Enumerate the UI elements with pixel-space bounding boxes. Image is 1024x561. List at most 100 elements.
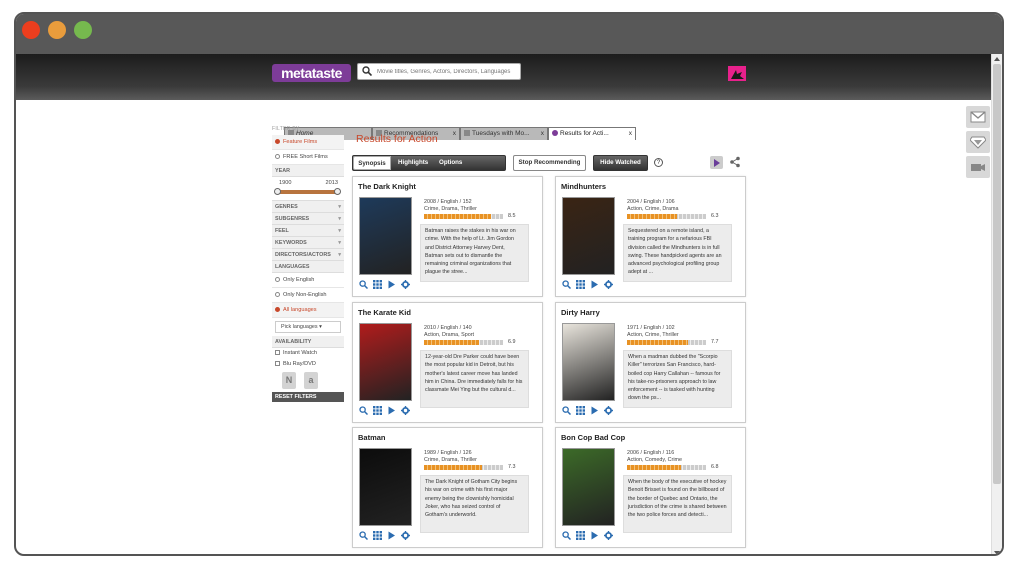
rating-value: 8.5 xyxy=(508,213,516,219)
stop-recommending-button[interactable]: Stop Recommending xyxy=(513,155,586,171)
tab-tuesdays[interactable]: Tuesdays with Mo... x xyxy=(460,127,548,140)
genres-section[interactable]: GENRES ▾ xyxy=(272,201,344,213)
play-icon[interactable] xyxy=(387,280,396,289)
tab-results-action[interactable]: Results for Acti... x xyxy=(548,127,636,140)
radio-label: Feature Films xyxy=(283,139,318,145)
scroll-thumb[interactable] xyxy=(993,64,1001,484)
play-icon[interactable] xyxy=(590,280,599,289)
netflix-icon[interactable]: N xyxy=(282,372,296,389)
movie-year-language-runtime: 1989 / English / 126 xyxy=(424,450,472,456)
gear-icon[interactable] xyxy=(401,406,410,415)
site-header: metataste Home Recommendationsx Tuesdays… xyxy=(16,54,991,140)
movie-poster[interactable] xyxy=(562,448,615,526)
movie-meta: 2010 / English / 140 Action, Drama, Sport xyxy=(424,325,474,339)
gear-icon[interactable] xyxy=(604,280,613,289)
search-input[interactable] xyxy=(377,66,517,78)
superman-share-button[interactable] xyxy=(966,131,990,153)
search-icon[interactable] xyxy=(359,280,368,289)
movie-poster[interactable] xyxy=(562,197,615,275)
scroll-down-icon[interactable] xyxy=(994,551,1000,554)
minimize-window-button[interactable] xyxy=(48,21,66,39)
email-share-button[interactable] xyxy=(966,106,990,128)
metataste-logo[interactable]: metataste xyxy=(272,64,351,82)
search-icon[interactable] xyxy=(562,531,571,540)
camera-share-button[interactable] xyxy=(966,156,990,178)
rating-fill xyxy=(424,214,492,219)
gear-icon[interactable] xyxy=(401,531,410,540)
pick-languages-dropdown[interactable]: Pick languages ▾ xyxy=(275,321,341,333)
year-slider[interactable]: 1900 2013 xyxy=(272,177,344,201)
play-icon[interactable] xyxy=(710,156,723,169)
hide-watched-button[interactable]: Hide Watched xyxy=(593,155,648,171)
bluray-dvd-checkbox[interactable]: Blu Ray/DVD xyxy=(272,359,344,370)
movie-poster[interactable] xyxy=(562,323,615,401)
only-english-radio[interactable]: Only English xyxy=(272,273,344,288)
highlights-tab[interactable]: Highlights xyxy=(398,156,428,170)
grid-icon[interactable] xyxy=(576,531,585,540)
tab-close-icon[interactable]: x xyxy=(453,128,456,140)
grid-icon[interactable] xyxy=(373,280,382,289)
movie-poster[interactable] xyxy=(359,323,412,401)
feature-films-radio[interactable]: Feature Films xyxy=(272,135,344,150)
gear-icon[interactable] xyxy=(604,406,613,415)
feel-section[interactable]: FEEL ▾ xyxy=(272,225,344,237)
movie-card[interactable]: Batman 1989 / English / 126 Crime, Drama, … xyxy=(352,427,543,548)
year-heading: YEAR xyxy=(272,165,344,177)
gear-icon[interactable] xyxy=(604,531,613,540)
reset-filters-button[interactable]: RESET FILTERS xyxy=(272,392,344,402)
rating-fill xyxy=(627,340,688,345)
year-to-handle[interactable] xyxy=(334,188,341,195)
year-from-handle[interactable] xyxy=(274,188,281,195)
subgenres-section[interactable]: SUBGENRES ▾ xyxy=(272,213,344,225)
free-short-films-radio[interactable]: FREE Short Films xyxy=(272,150,344,165)
movie-title[interactable]: Mindhunters xyxy=(561,182,606,191)
play-icon[interactable] xyxy=(387,406,396,415)
page-scrollbar[interactable] xyxy=(991,54,1002,554)
movie-card[interactable]: The Dark Knight 2008 / English / 152 Crime… xyxy=(352,176,543,297)
all-languages-radio[interactable]: All languages xyxy=(272,303,344,318)
grid-icon[interactable] xyxy=(576,280,585,289)
share-icon[interactable] xyxy=(729,156,741,168)
movie-poster[interactable] xyxy=(359,197,412,275)
instant-watch-checkbox[interactable]: Instant Watch xyxy=(272,348,344,359)
search-box[interactable] xyxy=(357,63,521,80)
movie-meta: 1989 / English / 126 Crime, Drama, Thrill… xyxy=(424,450,477,464)
movie-title[interactable]: Batman xyxy=(358,433,386,442)
year-to: 2013 xyxy=(325,180,338,186)
grid-icon[interactable] xyxy=(373,531,382,540)
maximize-window-button[interactable] xyxy=(74,21,92,39)
tab-close-icon[interactable]: x xyxy=(629,128,632,140)
movie-poster[interactable] xyxy=(359,448,412,526)
help-icon[interactable]: ? xyxy=(654,158,663,167)
play-icon[interactable] xyxy=(590,406,599,415)
movie-actions xyxy=(562,280,622,290)
movie-title[interactable]: Bon Cop Bad Cop xyxy=(561,433,625,442)
only-non-english-radio[interactable]: Only Non-English xyxy=(272,288,344,303)
section-label: SUBGENRES xyxy=(275,216,310,222)
search-icon[interactable] xyxy=(562,406,571,415)
grid-icon[interactable] xyxy=(373,406,382,415)
user-avatar[interactable] xyxy=(728,66,746,81)
search-icon[interactable] xyxy=(359,406,368,415)
synopsis-tab[interactable]: Synopsis xyxy=(353,156,391,170)
movie-card[interactable]: The Karate Kid 2010 / English / 140 Action… xyxy=(352,302,543,423)
play-icon[interactable] xyxy=(590,531,599,540)
amazon-icon[interactable]: a xyxy=(304,372,318,389)
options-tab[interactable]: Options xyxy=(439,156,462,170)
movie-title[interactable]: The Dark Knight xyxy=(358,182,416,191)
search-icon[interactable] xyxy=(562,280,571,289)
keywords-section[interactable]: KEYWORDS ▾ xyxy=(272,237,344,249)
movie-title[interactable]: Dirty Harry xyxy=(561,308,600,317)
movie-card[interactable]: Bon Cop Bad Cop 2006 / English / 116 Actio… xyxy=(555,427,746,548)
movie-card[interactable]: Mindhunters 2004 / English / 106 Action, C… xyxy=(555,176,746,297)
scroll-up-icon[interactable] xyxy=(994,57,1000,61)
play-icon[interactable] xyxy=(387,531,396,540)
search-icon[interactable] xyxy=(359,531,368,540)
grid-icon[interactable] xyxy=(576,406,585,415)
tab-close-icon[interactable]: x xyxy=(541,128,544,140)
movie-title[interactable]: The Karate Kid xyxy=(358,308,411,317)
close-window-button[interactable] xyxy=(22,21,40,39)
directors-actors-section[interactable]: DIRECTORS/ACTORS ▾ xyxy=(272,249,344,261)
gear-icon[interactable] xyxy=(401,280,410,289)
movie-card[interactable]: Dirty Harry 1971 / English / 102 Action, C… xyxy=(555,302,746,423)
